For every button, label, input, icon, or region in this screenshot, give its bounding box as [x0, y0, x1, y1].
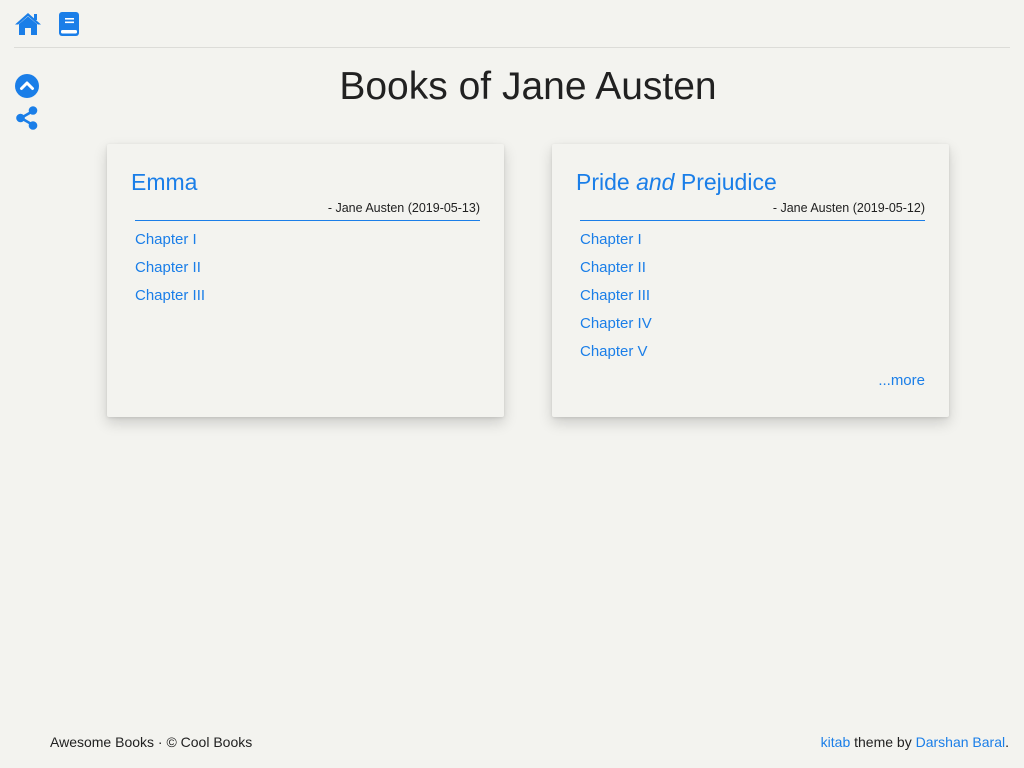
list-item: Chapter III — [580, 285, 652, 313]
footer-end-text: . — [1005, 734, 1009, 750]
footer-copyright: Awesome Books · © Cool Books — [50, 734, 253, 750]
book-title-text: Pride — [576, 169, 630, 195]
chapter-link[interactable]: Chapter III — [580, 287, 650, 304]
list-item: Chapter I — [580, 229, 652, 257]
list-item: Chapter V — [580, 341, 652, 369]
book-title-suffix: Prejudice — [680, 169, 777, 195]
book-byline: - Jane Austen (2019-05-12) — [580, 200, 925, 221]
top-nav — [14, 0, 1010, 48]
book-title-link[interactable]: Pride and Prejudice — [576, 167, 777, 197]
page-title: Books of Jane Austen — [339, 65, 717, 108]
list-item: Chapter I — [135, 229, 205, 257]
chapter-link[interactable]: Chapter V — [580, 343, 648, 360]
book-byline: - Jane Austen (2019-05-13) — [135, 200, 480, 221]
chapter-link[interactable]: Chapter I — [135, 231, 197, 248]
footer-theme-text: theme by — [850, 734, 916, 750]
book-card-emma: Emma - Jane Austen (2019-05-13) Chapter … — [107, 144, 504, 417]
chapter-link[interactable]: Chapter I — [580, 231, 642, 248]
list-item: Chapter IV — [580, 313, 652, 341]
book-title-emphasis: and — [636, 169, 675, 195]
chapter-link[interactable]: Chapter II — [580, 259, 646, 276]
footer: Awesome Books · © Cool Books kitab theme… — [0, 732, 1024, 754]
book-icon[interactable] — [58, 11, 80, 37]
chapter-link[interactable]: Chapter II — [135, 259, 201, 276]
chapter-link[interactable]: Chapter III — [135, 287, 205, 304]
more-link[interactable]: ...more — [878, 371, 925, 391]
book-title-text: Emma — [131, 169, 198, 195]
list-item: Chapter II — [580, 257, 652, 285]
chapter-list: Chapter I Chapter II Chapter III Chapter… — [580, 229, 652, 369]
list-item: Chapter III — [135, 285, 205, 313]
list-item: Chapter II — [135, 257, 205, 285]
chapter-list: Chapter I Chapter II Chapter III — [135, 229, 205, 313]
home-icon[interactable] — [14, 11, 42, 37]
book-title-link[interactable]: Emma — [131, 167, 197, 197]
author-link[interactable]: Darshan Baral — [916, 734, 1006, 750]
theme-link[interactable]: kitab — [821, 734, 851, 750]
footer-credits: kitab theme by Darshan Baral. — [821, 732, 1009, 752]
book-card-pride-and-prejudice: Pride and Prejudice - Jane Austen (2019-… — [552, 144, 949, 417]
chapter-link[interactable]: Chapter IV — [580, 315, 652, 332]
